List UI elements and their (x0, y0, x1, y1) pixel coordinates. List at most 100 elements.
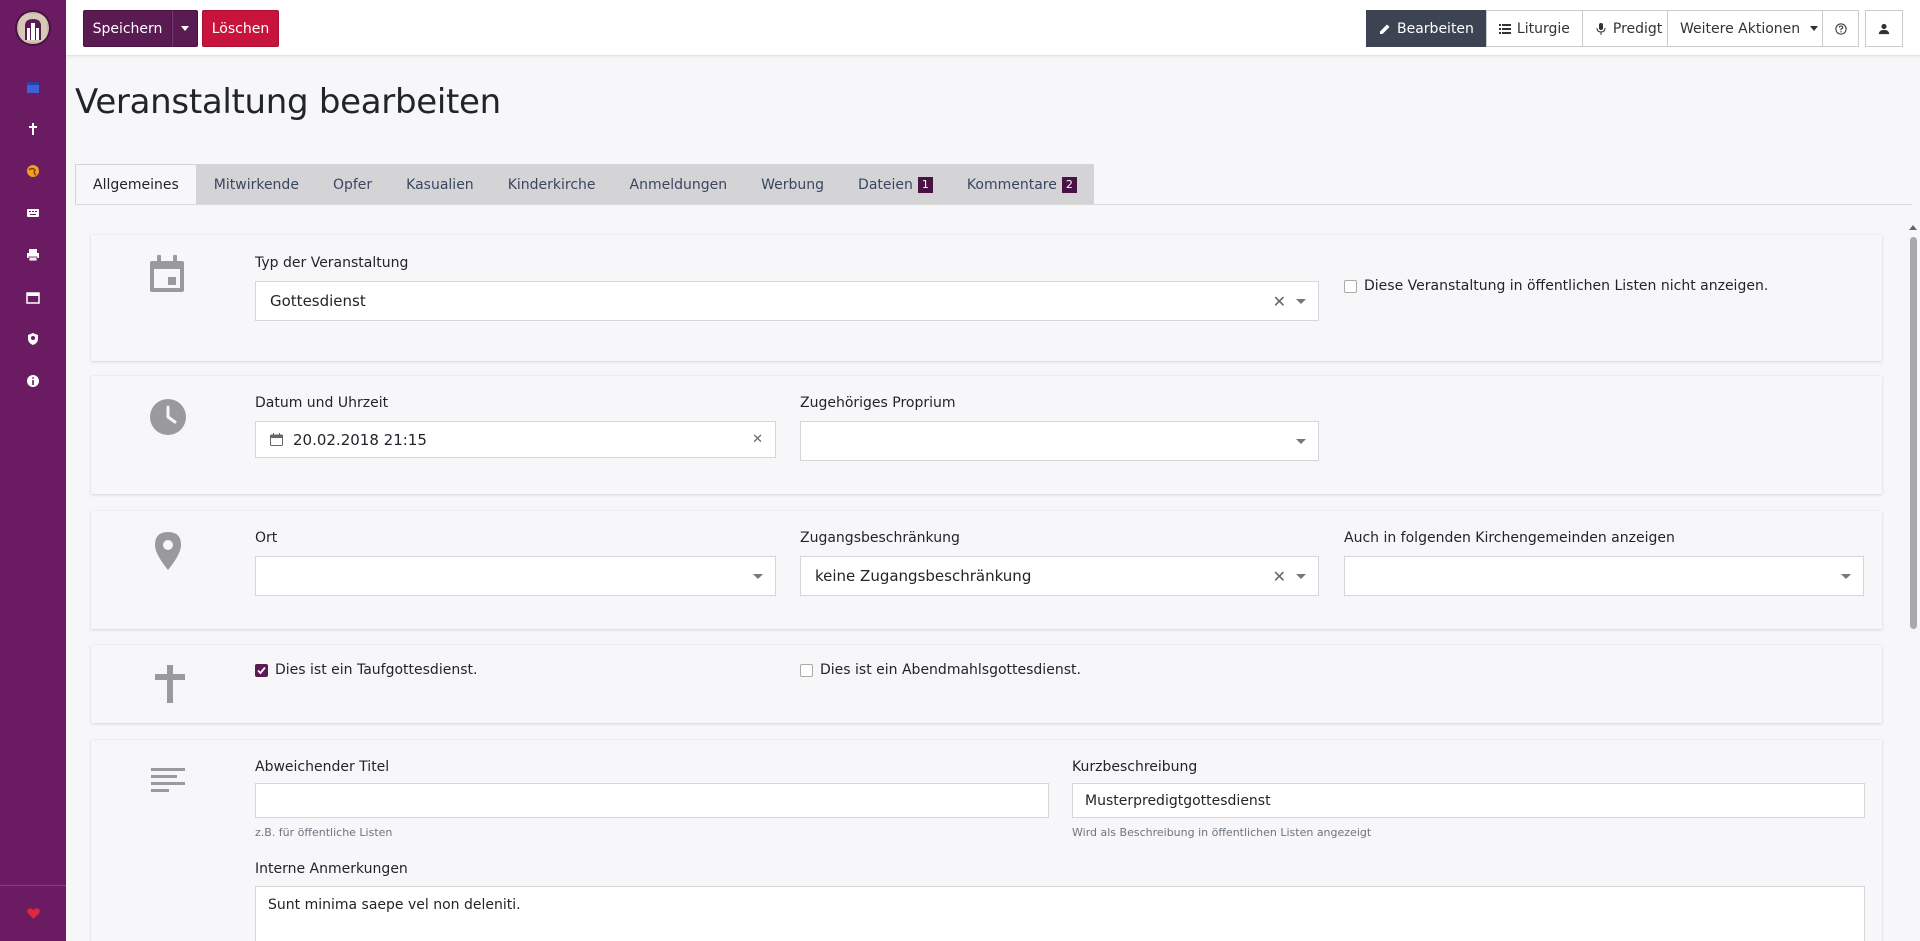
question-circle-icon (1834, 22, 1847, 35)
page-title: Veranstaltung bearbeiten (75, 82, 501, 122)
type-select[interactable]: Gottesdienst ✕ (255, 281, 1319, 321)
tab-kommentare[interactable]: Kommentare 2 (950, 164, 1094, 205)
date-input[interactable]: 20.02.2018 21:15 ✕ (255, 421, 776, 458)
help-group (1822, 10, 1859, 47)
keyboard-icon[interactable] (0, 192, 66, 234)
cross-icon (155, 665, 185, 707)
help-button[interactable] (1822, 10, 1859, 47)
chevron-down-icon[interactable] (1296, 298, 1306, 304)
access-select[interactable]: keine Zugangsbeschränkung ✕ (800, 556, 1319, 596)
hide-public-checkbox[interactable] (1344, 279, 1357, 293)
tab-label: Dateien (858, 176, 913, 193)
tab-mitwirkende[interactable]: Mitwirkende (197, 164, 316, 205)
app-logo[interactable] (0, 0, 66, 56)
baptism-label: Dies ist ein Taufgottesdienst. (275, 662, 478, 678)
calendar-day-icon (149, 255, 185, 297)
tab-badge: 2 (1061, 176, 1077, 193)
sidebar (0, 0, 66, 941)
clear-icon[interactable]: ✕ (1273, 292, 1286, 311)
proprium-select[interactable] (800, 421, 1319, 461)
tab-allgemeines[interactable]: Allgemeines (75, 164, 197, 205)
delete-button[interactable]: Löschen (202, 10, 279, 47)
page-scrollbar[interactable] (1908, 225, 1918, 941)
tab-label: Kinderkirche (507, 176, 596, 193)
baptism-checkbox[interactable] (255, 663, 268, 677)
user-icon (1878, 23, 1890, 34)
chevron-down-icon[interactable] (1296, 573, 1306, 579)
tab-opfer[interactable]: Opfer (316, 164, 389, 205)
location-label: Ort (255, 530, 278, 546)
tabs-divider (75, 204, 1912, 205)
tab-label: Anmeldungen (629, 176, 728, 193)
save-dropdown-button[interactable] (172, 10, 198, 47)
calendar-small-icon[interactable] (0, 276, 66, 318)
date-value: 20.02.2018 21:15 (293, 430, 427, 449)
alt-title-hint: z.B. für öffentliche Listen (255, 826, 393, 839)
clock-icon (149, 398, 187, 440)
info-icon[interactable] (0, 360, 66, 402)
chevron-down-icon[interactable] (1296, 438, 1306, 444)
hide-public-label: Diese Veranstaltung in öffentlichen List… (1364, 278, 1769, 294)
liturgy-button-label: Liturgie (1516, 20, 1570, 37)
save-button[interactable]: Speichern (83, 10, 172, 47)
globe-icon[interactable] (0, 150, 66, 192)
edit-button[interactable]: Bearbeiten (1366, 10, 1487, 47)
alt-title-input[interactable] (255, 783, 1049, 818)
clear-icon[interactable]: ✕ (1273, 567, 1286, 586)
chevron-down-icon (1810, 26, 1819, 31)
location-select[interactable] (255, 556, 776, 596)
user-menu-button[interactable] (1865, 10, 1903, 47)
tab-kinderkirche[interactable]: Kinderkirche (491, 164, 613, 205)
hide-public-checkbox-row[interactable]: Diese Veranstaltung in öffentlichen List… (1344, 278, 1768, 294)
scroll-up-arrow-icon[interactable] (1909, 225, 1917, 230)
location-card: Ort Zugangsbeschränkung keine Zugangsbes… (91, 511, 1882, 629)
tab-badge: 1 (917, 176, 933, 193)
short-desc-input[interactable]: Musterpredigtgottesdienst (1072, 783, 1865, 818)
sermon-button-label: Predigt (1612, 20, 1663, 37)
tab-label: Kasualien (406, 176, 474, 193)
type-label: Typ der Veranstaltung (255, 255, 409, 271)
microphone-icon (1596, 22, 1606, 35)
date-card: Datum und Uhrzeit 20.02.2018 21:15 ✕ Zug… (91, 376, 1882, 494)
printer-icon[interactable] (0, 234, 66, 276)
baptism-checkbox-row[interactable]: Dies ist ein Taufgottesdienst. (255, 662, 477, 678)
tab-label: Mitwirkende (213, 176, 299, 193)
calendar-icon[interactable] (0, 66, 66, 108)
parishes-select[interactable] (1344, 556, 1864, 596)
short-desc-hint: Wird als Beschreibung in öffentlichen Li… (1072, 826, 1372, 839)
short-desc-label: Kurzbeschreibung (1072, 759, 1198, 775)
tab-anmeldungen[interactable]: Anmeldungen (613, 164, 745, 205)
user-group (1865, 10, 1903, 47)
service-card: Dies ist ein Taufgottesdienst. Dies ist … (91, 645, 1882, 723)
heart-icon[interactable] (0, 885, 66, 941)
alt-title-label: Abweichender Titel (255, 759, 390, 775)
tab-werbung[interactable]: Werbung (744, 164, 841, 205)
communion-label: Dies ist ein Abendmahlsgottesdienst. (820, 662, 1081, 678)
tab-label: Allgemeines (93, 177, 179, 193)
cross-icon[interactable] (0, 108, 66, 150)
notes-textarea[interactable]: Sunt minima saepe vel non deleniti. (255, 886, 1865, 941)
sermon-button[interactable]: Predigt (1581, 10, 1676, 47)
scroll-thumb[interactable] (1910, 237, 1917, 629)
top-toolbar: Speichern Löschen Bearbeiten Liturgie Pr… (66, 0, 1920, 56)
logo-image (15, 10, 51, 46)
chevron-down-icon[interactable] (753, 573, 763, 579)
clear-icon[interactable]: ✕ (752, 432, 763, 447)
tab-bar: Allgemeines Mitwirkende Opfer Kasualien … (75, 164, 1094, 205)
user-shield-icon[interactable] (0, 318, 66, 360)
tab-kasualien[interactable]: Kasualien (389, 164, 491, 205)
tab-dateien[interactable]: Dateien 1 (841, 164, 950, 205)
liturgy-button[interactable]: Liturgie (1485, 10, 1583, 47)
access-value: keine Zugangsbeschränkung (815, 567, 1032, 585)
proprium-label: Zugehöriges Proprium (800, 395, 956, 411)
check-icon (257, 666, 266, 674)
list-icon (1498, 23, 1511, 34)
chevron-down-icon[interactable] (1841, 573, 1851, 579)
communion-checkbox[interactable] (800, 663, 813, 677)
parishes-label: Auch in folgenden Kirchengemeinden anzei… (1344, 530, 1675, 546)
more-actions-group: Weitere Aktionen (1667, 10, 1832, 47)
pencil-icon (1380, 24, 1390, 34)
more-actions-button[interactable]: Weitere Aktionen (1667, 10, 1832, 47)
notes-label: Interne Anmerkungen (255, 861, 408, 877)
communion-checkbox-row[interactable]: Dies ist ein Abendmahlsgottesdienst. (800, 662, 1081, 678)
